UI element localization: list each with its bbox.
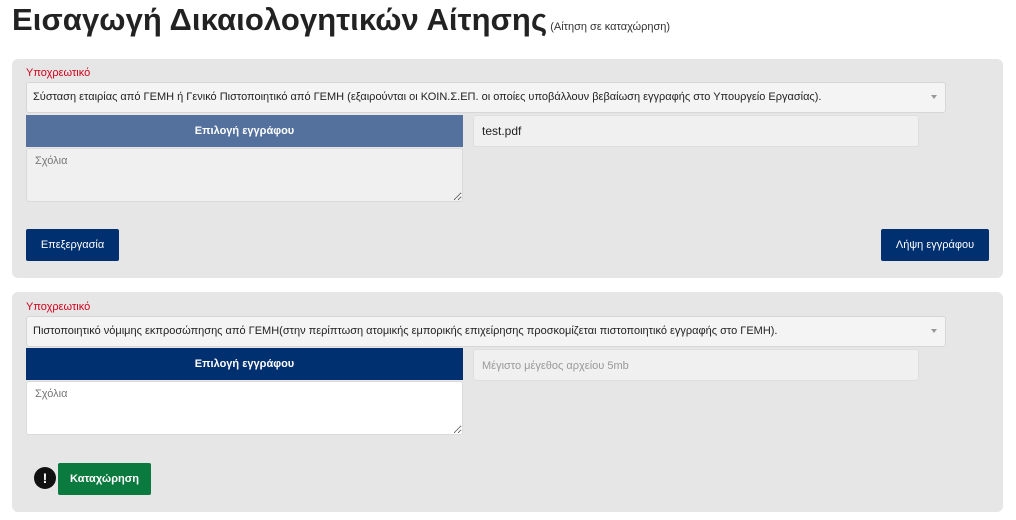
document-type-select[interactable]: Πιστοποιητικό νόμιμης εκπροσώπησης από Γ… xyxy=(26,316,946,347)
document-card-1: Υποχρεωτικό Σύσταση εταιρίας από ΓΕΜΗ ή … xyxy=(12,59,1003,278)
comments-textarea[interactable] xyxy=(26,381,463,435)
comments-textarea[interactable] xyxy=(26,148,463,202)
chevron-down-icon xyxy=(931,329,937,333)
required-label: Υποχρεωτικό xyxy=(26,67,91,79)
file-name-field[interactable] xyxy=(473,349,919,381)
chevron-down-icon xyxy=(931,95,937,99)
alert-icon: ! xyxy=(34,467,56,489)
document-type-value: Σύσταση εταιρίας από ΓΕΜΗ ή Γενικό Πιστο… xyxy=(33,91,822,103)
choose-document-button[interactable]: Επιλογή εγγράφου xyxy=(26,115,463,147)
edit-button[interactable]: Επεξεργασία xyxy=(26,229,119,261)
submit-button[interactable]: Καταχώρηση xyxy=(58,463,151,495)
page-title: Εισαγωγή Δικαιολογητικών Αίτησης xyxy=(12,2,548,37)
document-type-value: Πιστοποιητικό νόμιμης εκπροσώπησης από Γ… xyxy=(33,325,778,337)
page-subtitle: (Αίτηση σε καταχώρηση) xyxy=(550,21,671,33)
document-card-2: Υποχρεωτικό Πιστοποιητικό νόμιμης εκπροσ… xyxy=(12,292,1003,512)
file-name-field[interactable] xyxy=(473,115,919,147)
document-type-select[interactable]: Σύσταση εταιρίας από ΓΕΜΗ ή Γενικό Πιστο… xyxy=(26,82,946,113)
page-header: Εισαγωγή Δικαιολογητικών Αίτησης (Αίτηση… xyxy=(12,2,670,42)
download-document-button[interactable]: Λήψη εγγράφου xyxy=(881,229,989,261)
choose-document-button[interactable]: Επιλογή εγγράφου xyxy=(26,348,463,380)
required-label: Υποχρεωτικό xyxy=(26,301,91,313)
